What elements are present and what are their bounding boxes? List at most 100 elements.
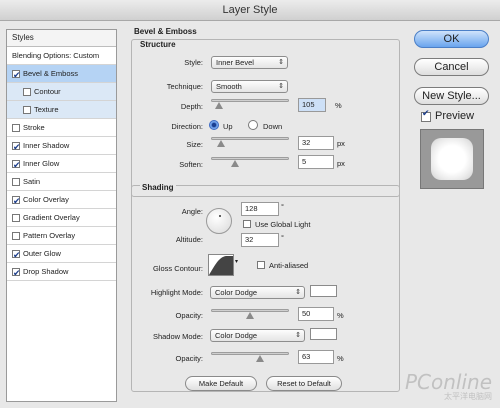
updown-arrows-icon: ⇕: [295, 332, 301, 339]
styles-list-item-label: Pattern Overlay: [23, 230, 76, 240]
use-global-light-label: Use Global Light: [255, 220, 311, 229]
shadow-color-swatch[interactable]: [310, 328, 337, 340]
updown-arrows-icon: ⇕: [295, 289, 301, 296]
styles-list-item[interactable]: Color Overlay: [7, 191, 116, 210]
technique-select-value: Smooth: [216, 82, 242, 91]
styles-list-item[interactable]: Outer Glow: [7, 245, 116, 264]
direction-label: Direction:: [171, 122, 203, 131]
soften-slider[interactable]: [211, 157, 289, 160]
depth-slider-thumb[interactable]: [215, 102, 224, 109]
preview-checkbox[interactable]: [421, 108, 431, 122]
contour-curve-icon: [209, 256, 233, 275]
soften-label: Soften:: [179, 160, 203, 169]
style-enable-checkbox[interactable]: [23, 105, 31, 114]
styles-list-item-label: Texture: [34, 104, 59, 114]
styles-list-item[interactable]: Inner Glow: [7, 155, 116, 174]
updown-arrows-icon: ⇕: [278, 59, 284, 66]
styles-list-item[interactable]: Gradient Overlay: [7, 209, 116, 227]
styles-list: Styles Blending Options: Custom Bevel & E…: [6, 29, 117, 402]
preview-thumbnail: [420, 129, 484, 189]
gloss-contour-picker[interactable]: [208, 254, 234, 276]
style-select[interactable]: Inner Bevel ⇕: [211, 56, 288, 69]
anti-aliased-label: Anti-aliased: [269, 261, 309, 270]
highlight-mode-value: Color Dodge: [215, 288, 258, 297]
styles-list-item[interactable]: Satin: [7, 173, 116, 191]
styles-list-item[interactable]: Texture: [7, 101, 116, 119]
style-select-value: Inner Bevel: [216, 58, 254, 67]
direction-down-label: Down: [263, 122, 283, 131]
styles-list-item[interactable]: Drop Shadow: [7, 263, 116, 282]
depth-input[interactable]: 105: [298, 98, 326, 112]
reset-to-default-button[interactable]: Reset to Default: [266, 376, 342, 391]
use-global-light-checkbox[interactable]: [243, 220, 251, 228]
soften-slider-thumb[interactable]: [231, 160, 240, 167]
style-enable-checkbox[interactable]: [23, 87, 31, 96]
shadow-opacity-unit: %: [337, 354, 344, 363]
styles-list-item-label: Color Overlay: [23, 194, 69, 204]
preview-label: Preview: [435, 110, 475, 122]
angle-input[interactable]: 128: [241, 202, 279, 216]
altitude-unit: °: [281, 233, 284, 242]
style-enable-checkbox[interactable]: [12, 192, 21, 210]
styles-list-item[interactable]: Contour: [7, 83, 116, 101]
angle-dial[interactable]: [206, 208, 232, 234]
layer-style-dialog: Layer Style Styles Blending Options: Cus…: [0, 0, 500, 408]
style-enable-checkbox[interactable]: [12, 231, 20, 240]
styles-list-item-label: Blending Options: Custom: [12, 50, 100, 60]
highlight-opacity-label: Opacity:: [175, 311, 203, 320]
styles-list-item[interactable]: Bevel & Emboss: [7, 65, 116, 84]
highlight-opacity-unit: %: [337, 311, 344, 320]
style-enable-checkbox[interactable]: [12, 138, 21, 156]
styles-list-item-label: Outer Glow: [23, 248, 61, 258]
make-default-button[interactable]: Make Default: [185, 376, 257, 391]
soften-input[interactable]: 5: [298, 155, 334, 169]
highlight-mode-select[interactable]: Color Dodge ⇕: [210, 286, 305, 299]
cancel-button[interactable]: Cancel: [414, 58, 489, 76]
technique-select[interactable]: Smooth ⇕: [211, 80, 288, 93]
shadow-opacity-thumb[interactable]: [256, 355, 265, 362]
styles-list-item-label: Inner Glow: [23, 158, 60, 168]
direction-up-label: Up: [223, 122, 233, 131]
highlight-opacity-thumb[interactable]: [246, 312, 254, 319]
angle-label: Angle:: [181, 207, 203, 216]
highlight-color-swatch[interactable]: [310, 285, 337, 297]
highlight-mode-label: Highlight Mode:: [150, 288, 203, 297]
watermark: PConline 太平洋电脑网: [405, 372, 492, 402]
style-enable-checkbox[interactable]: [12, 177, 20, 186]
shadow-opacity-input[interactable]: 63: [298, 350, 334, 364]
window-title: Layer Style: [0, 0, 500, 21]
styles-list-item[interactable]: Inner Shadow: [7, 137, 116, 156]
style-enable-checkbox[interactable]: [12, 264, 21, 282]
size-slider-thumb[interactable]: [216, 140, 225, 147]
styles-list-item-label: Drop Shadow: [23, 266, 69, 276]
shadow-mode-select[interactable]: Color Dodge ⇕: [210, 329, 305, 342]
bevel-emboss-panel: Bevel & Emboss Structure Style: Inner Be…: [128, 22, 403, 406]
style-enable-checkbox[interactable]: [12, 213, 20, 222]
style-enable-checkbox[interactable]: [12, 66, 21, 84]
structure-title: Structure: [140, 40, 176, 49]
altitude-input[interactable]: 32: [241, 233, 279, 247]
style-enable-checkbox[interactable]: [12, 156, 21, 174]
styles-list-item[interactable]: Pattern Overlay: [7, 227, 116, 245]
contour-dropdown-icon[interactable]: ▾: [235, 258, 238, 265]
styles-list-item-label: Bevel & Emboss: [23, 68, 79, 78]
styles-list-item-label: Satin: [23, 176, 41, 186]
size-input[interactable]: 32: [298, 136, 334, 150]
styles-list-item[interactable]: Stroke: [7, 119, 116, 137]
shadow-opacity-slider[interactable]: [211, 352, 289, 355]
style-enable-checkbox[interactable]: [12, 246, 21, 264]
depth-label: Depth:: [180, 102, 203, 111]
anti-aliased-checkbox[interactable]: [257, 261, 265, 269]
highlight-opacity-input[interactable]: 50: [298, 307, 334, 321]
direction-down-radio[interactable]: [248, 120, 258, 130]
size-unit: px: [337, 139, 345, 148]
styles-list-item-label: Contour: [34, 86, 61, 96]
styles-header[interactable]: Styles: [7, 30, 116, 47]
styles-list-item[interactable]: Blending Options: Custom: [7, 47, 116, 65]
style-enable-checkbox[interactable]: [12, 123, 20, 132]
shadow-opacity-label: Opacity:: [175, 354, 203, 363]
ok-button[interactable]: OK: [414, 30, 489, 48]
new-style-button[interactable]: New Style...: [414, 87, 489, 105]
shading-title: Shading: [140, 183, 176, 192]
direction-up-radio[interactable]: [209, 120, 219, 130]
